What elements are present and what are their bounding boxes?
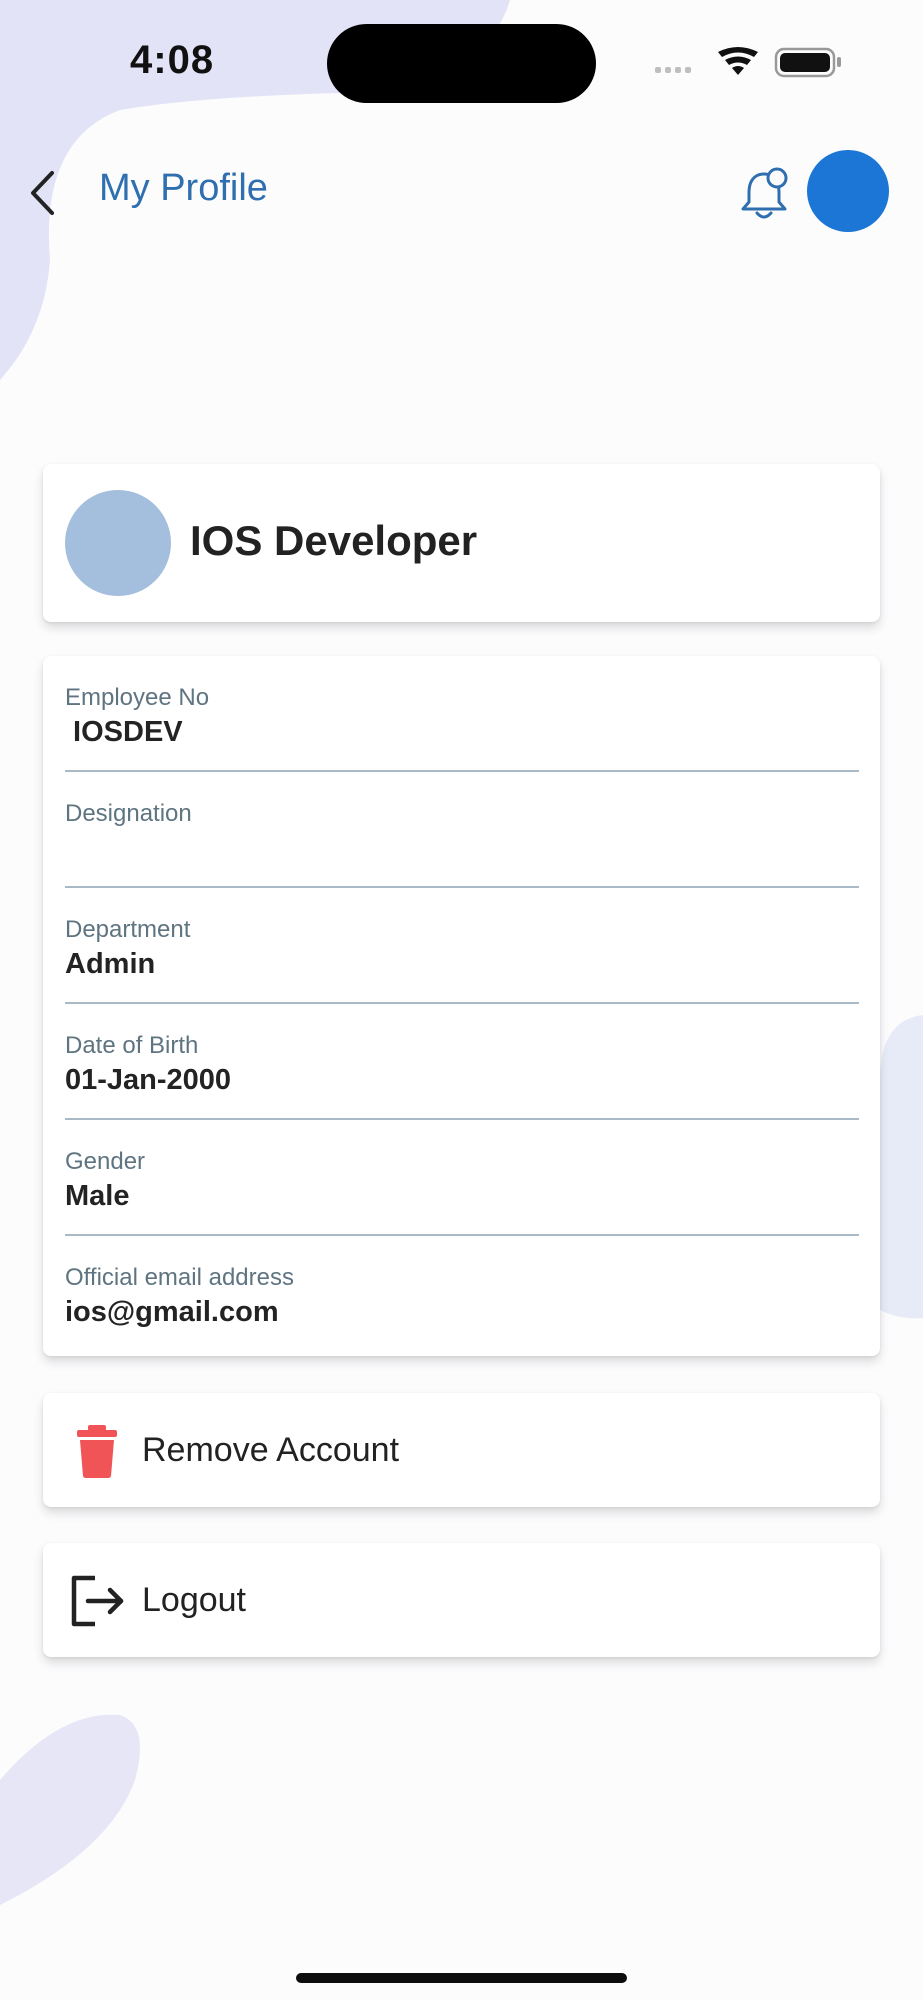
logout-button[interactable]: Logout [43, 1543, 880, 1657]
bell-icon[interactable] [734, 164, 794, 224]
field-value: Admin [65, 948, 156, 980]
chevron-left-icon [31, 171, 54, 215]
field-label: Employee No [65, 684, 210, 711]
dynamic-island [327, 24, 596, 103]
remove-account-label: Remove Account [142, 1431, 400, 1469]
profile-card: IOS Developer [43, 464, 880, 622]
field-label: Date of Birth [65, 1032, 199, 1059]
battery-icon [774, 47, 841, 78]
field-value: 01-Jan-2000 [65, 1064, 232, 1096]
app-header: My Profile [0, 140, 923, 240]
home-indicator [296, 1973, 627, 1983]
field-designation: Designation [65, 772, 859, 888]
field-label: Designation [65, 800, 192, 827]
trash-icon [77, 1425, 117, 1478]
field-label: Gender [65, 1148, 146, 1175]
profile-details-card: Employee No IOSDEV Designation Departmen… [43, 656, 880, 1356]
status-icons [655, 47, 841, 78]
profile-avatar [65, 490, 171, 596]
field-value: Male [65, 1180, 130, 1212]
field-label: Official email address [65, 1264, 294, 1291]
field-department: Department Admin [65, 888, 859, 1004]
back-button[interactable] [22, 165, 62, 221]
wifi-icon [718, 47, 758, 75]
field-official-email: Official email address ios@gmail.com [65, 1236, 859, 1352]
field-label: Department [65, 916, 191, 943]
field-gender: Gender Male [65, 1120, 859, 1236]
field-date-of-birth: Date of Birth 01-Jan-2000 [65, 1004, 859, 1120]
user-avatar[interactable] [807, 150, 889, 232]
field-value: IOSDEV [65, 716, 183, 748]
remove-account-button[interactable]: Remove Account [43, 1393, 880, 1507]
logout-icon [71, 1575, 124, 1627]
field-value: ios@gmail.com [65, 1296, 279, 1328]
page-title: My Profile [99, 167, 268, 209]
status-time: 4:08 [130, 38, 215, 82]
logout-label: Logout [142, 1581, 246, 1619]
cellular-signal-icon [655, 67, 691, 73]
profile-name: IOS Developer [190, 517, 478, 564]
status-bar: 4:08 [0, 0, 923, 110]
field-employee-no: Employee No IOSDEV [65, 656, 859, 772]
